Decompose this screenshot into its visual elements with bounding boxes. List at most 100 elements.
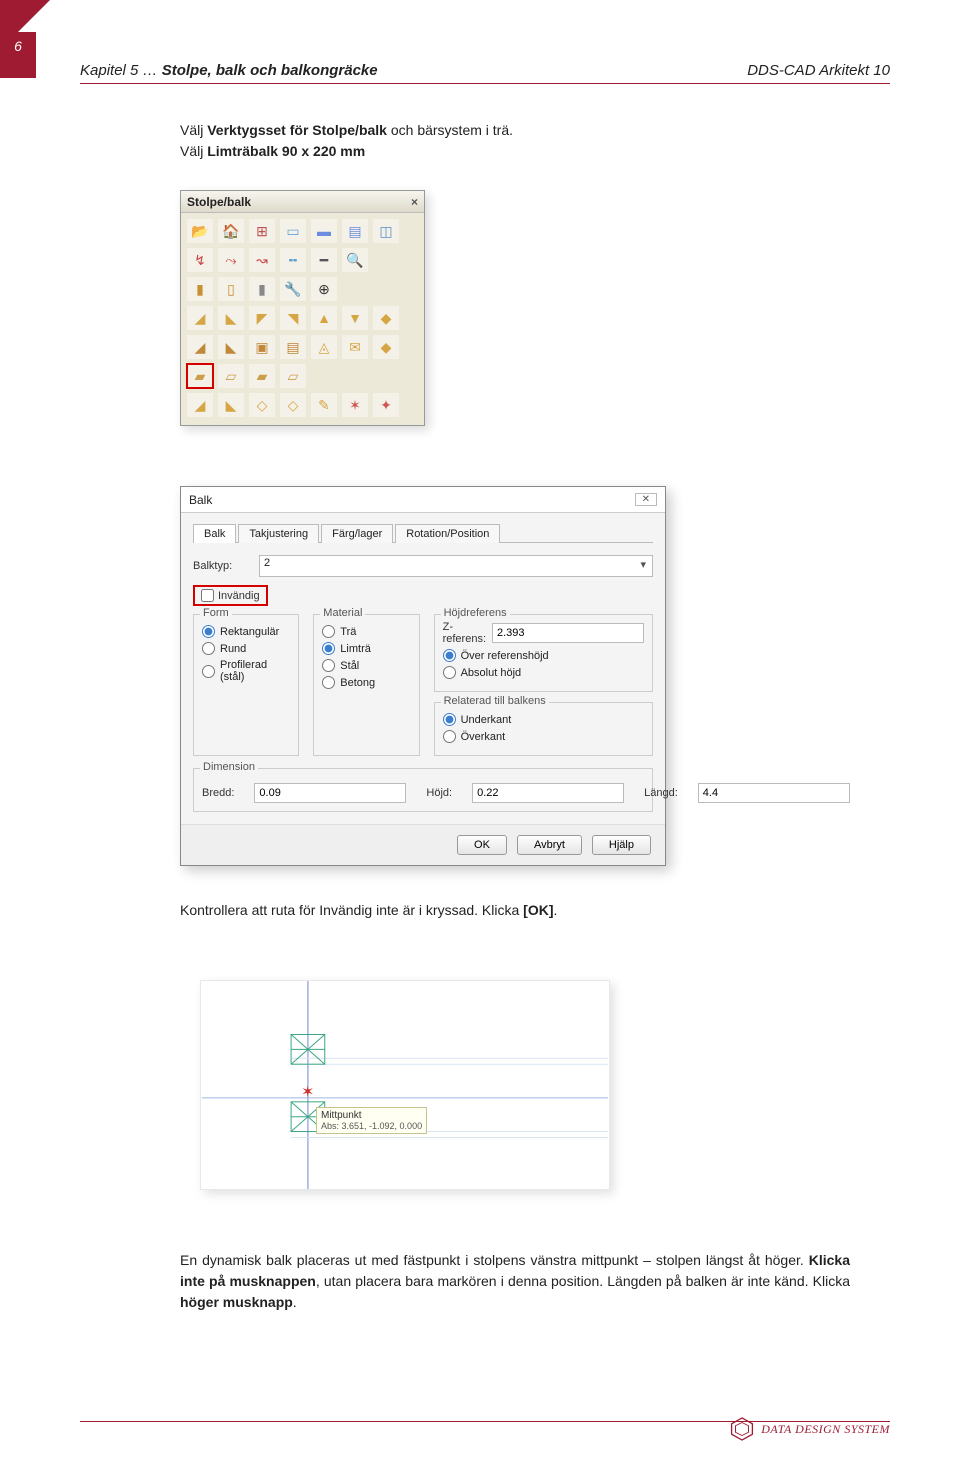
hojdref-over-label: Över referenshöjd [461,650,549,662]
check-a: Kontrollera att ruta för Invändig inte ä… [180,902,523,918]
link3-icon[interactable]: ↝ [249,248,275,272]
beam-icon-3[interactable]: ◤ [249,306,275,330]
material-option-limtra[interactable]: Limträ [322,642,410,655]
bredd-input[interactable] [254,783,406,803]
cancel-button[interactable]: Avbryt [517,835,582,855]
target-icon[interactable]: ⊕ [311,277,337,301]
dialog-title: Balk [189,493,212,507]
gluelam-icon-3[interactable]: ▰ [249,364,275,388]
misc-icon-1[interactable]: ◢ [187,393,213,417]
hojdref-option-over[interactable]: Över referenshöjd [443,649,644,662]
col-icon-1[interactable]: ▮ [187,277,213,301]
toolbar-title: Stolpe/balk [187,191,251,212]
gluelam-selected-icon[interactable]: ▰ [187,364,213,388]
rail-icon-6[interactable]: ✉ [342,335,368,359]
chapter-prefix: Kapitel 5 … [80,62,162,79]
beam-icon-1[interactable]: ◢ [187,306,213,330]
tab-farglager[interactable]: Färg/lager [321,524,393,543]
hojdref-option-abs[interactable]: Absolut höjd [443,666,644,679]
col-icon-3[interactable]: ▮ [249,277,275,301]
material-limtra-label: Limträ [340,643,371,655]
drawing-snapshot: ✶ Mittpunkt Abs: 3.651, -1.092, 0.000 [200,980,610,1190]
tab-rotation[interactable]: Rotation/Position [395,524,500,543]
rail-icon-1[interactable]: ◢ [187,335,213,359]
link1-icon[interactable]: ↯ [187,248,213,272]
misc-icon-6[interactable]: ✶ [342,393,368,417]
col-icon-2[interactable]: ▯ [218,277,244,301]
footer-brand: DATA DESIGN SYSTEM [761,1422,890,1437]
invandig-checkbox[interactable] [201,589,214,602]
material-betong-label: Betong [340,677,375,689]
balk-dialog: Balk ✕ Balk Takjustering Färg/lager Rota… [180,486,666,866]
beam-icon-7[interactable]: ◆ [373,306,399,330]
search-icon[interactable]: 🔍 [342,248,368,272]
tab-balk[interactable]: Balk [193,524,236,543]
form-group-title: Form [200,607,232,619]
rel-group: Relaterad till balkens Underkant Överkan… [434,702,653,756]
misc-icon-5[interactable]: ✎ [311,393,337,417]
beam-icon-6[interactable]: ▼ [342,306,368,330]
hojdref-group: Höjdreferens Z-referens: Över referenshö… [434,614,653,692]
misc-icon-7[interactable]: ✦ [373,393,399,417]
tab-takjustering[interactable]: Takjustering [238,524,319,543]
hojd-input[interactable] [472,783,624,803]
rect-icon[interactable]: ▭ [280,219,306,243]
toolbar-close-icon[interactable]: × [411,191,418,212]
beam-icon-2[interactable]: ◣ [218,306,244,330]
open-icon[interactable]: 📂 [187,219,213,243]
bar-icon[interactable]: ▬ [311,219,337,243]
rail-icon-5[interactable]: ◬ [311,335,337,359]
invandig-checkbox-highlight: Invändig [193,585,268,606]
rel-option-under[interactable]: Underkant [443,713,644,726]
zref-label: Z-referens: [443,621,486,645]
misc-icon-2[interactable]: ◣ [218,393,244,417]
rail-icon-7[interactable]: ◆ [373,335,399,359]
gluelam-icon-2[interactable]: ▱ [218,364,244,388]
chapter-bar: Kapitel 5 … Stolpe, balk och balkongräck… [80,62,890,84]
gluelam-icon-4[interactable]: ▱ [280,364,306,388]
line-icon[interactable]: ━ [311,248,337,272]
paragraph-3: En dynamisk balk placeras ut med fästpun… [180,1250,850,1313]
check-c: . [554,902,558,918]
material-option-betong[interactable]: Betong [322,676,410,689]
form-option-rekt[interactable]: Rektangulär [202,625,290,638]
dimension-group: Dimension Bredd: Höjd: Längd: [193,768,653,812]
intro-1c: och bärsystem i trä. [387,122,513,138]
ok-button[interactable]: OK [457,835,507,855]
material-stal-label: Stål [340,660,359,672]
beam-icon-5[interactable]: ▲ [311,306,337,330]
chapter-name: Stolpe, balk och balkongräcke [162,62,378,79]
rel-under-label: Underkant [461,714,512,726]
rel-option-over[interactable]: Överkant [443,730,644,743]
house-icon[interactable]: 🏠 [218,219,244,243]
misc-icon-3[interactable]: ◇ [249,393,275,417]
grid-icon[interactable]: ⊞ [249,219,275,243]
rail-icon-3[interactable]: ▣ [249,335,275,359]
form-prof-label: Profilerad (stål) [220,659,290,683]
wrench-icon[interactable]: 🔧 [280,277,306,301]
intro-text: Välj Verktygsset för Stolpe/balk och bär… [180,120,850,162]
rail-icon-4[interactable]: ▤ [280,335,306,359]
link2-icon[interactable]: ⤳ [218,248,244,272]
material-option-tra[interactable]: Trä [322,625,410,638]
misc-icon-4[interactable]: ◇ [280,393,306,417]
langd-label: Längd: [644,787,678,799]
rail-icon-2[interactable]: ◣ [218,335,244,359]
form-option-rund[interactable]: Rund [202,642,290,655]
beam-icon-4[interactable]: ◥ [280,306,306,330]
panel-icon[interactable]: ▤ [342,219,368,243]
zref-input[interactable] [492,623,644,643]
help-button[interactable]: Hjälp [592,835,651,855]
dash-icon[interactable]: ╍ [280,248,306,272]
window-icon[interactable]: ◫ [373,219,399,243]
balktyp-dropdown[interactable]: 2 [259,555,653,577]
material-option-stal[interactable]: Stål [322,659,410,672]
langd-input[interactable] [698,783,850,803]
dialog-title-bar: Balk ✕ [181,487,665,513]
form-rund-label: Rund [220,643,246,655]
dialog-close-icon[interactable]: ✕ [635,493,657,506]
intro-1b: Verktygsset för Stolpe/balk [207,122,387,138]
invandig-label: Invändig [218,590,260,602]
intro-2b: Limträbalk 90 x 220 mm [207,143,365,159]
form-option-prof[interactable]: Profilerad (stål) [202,659,290,683]
